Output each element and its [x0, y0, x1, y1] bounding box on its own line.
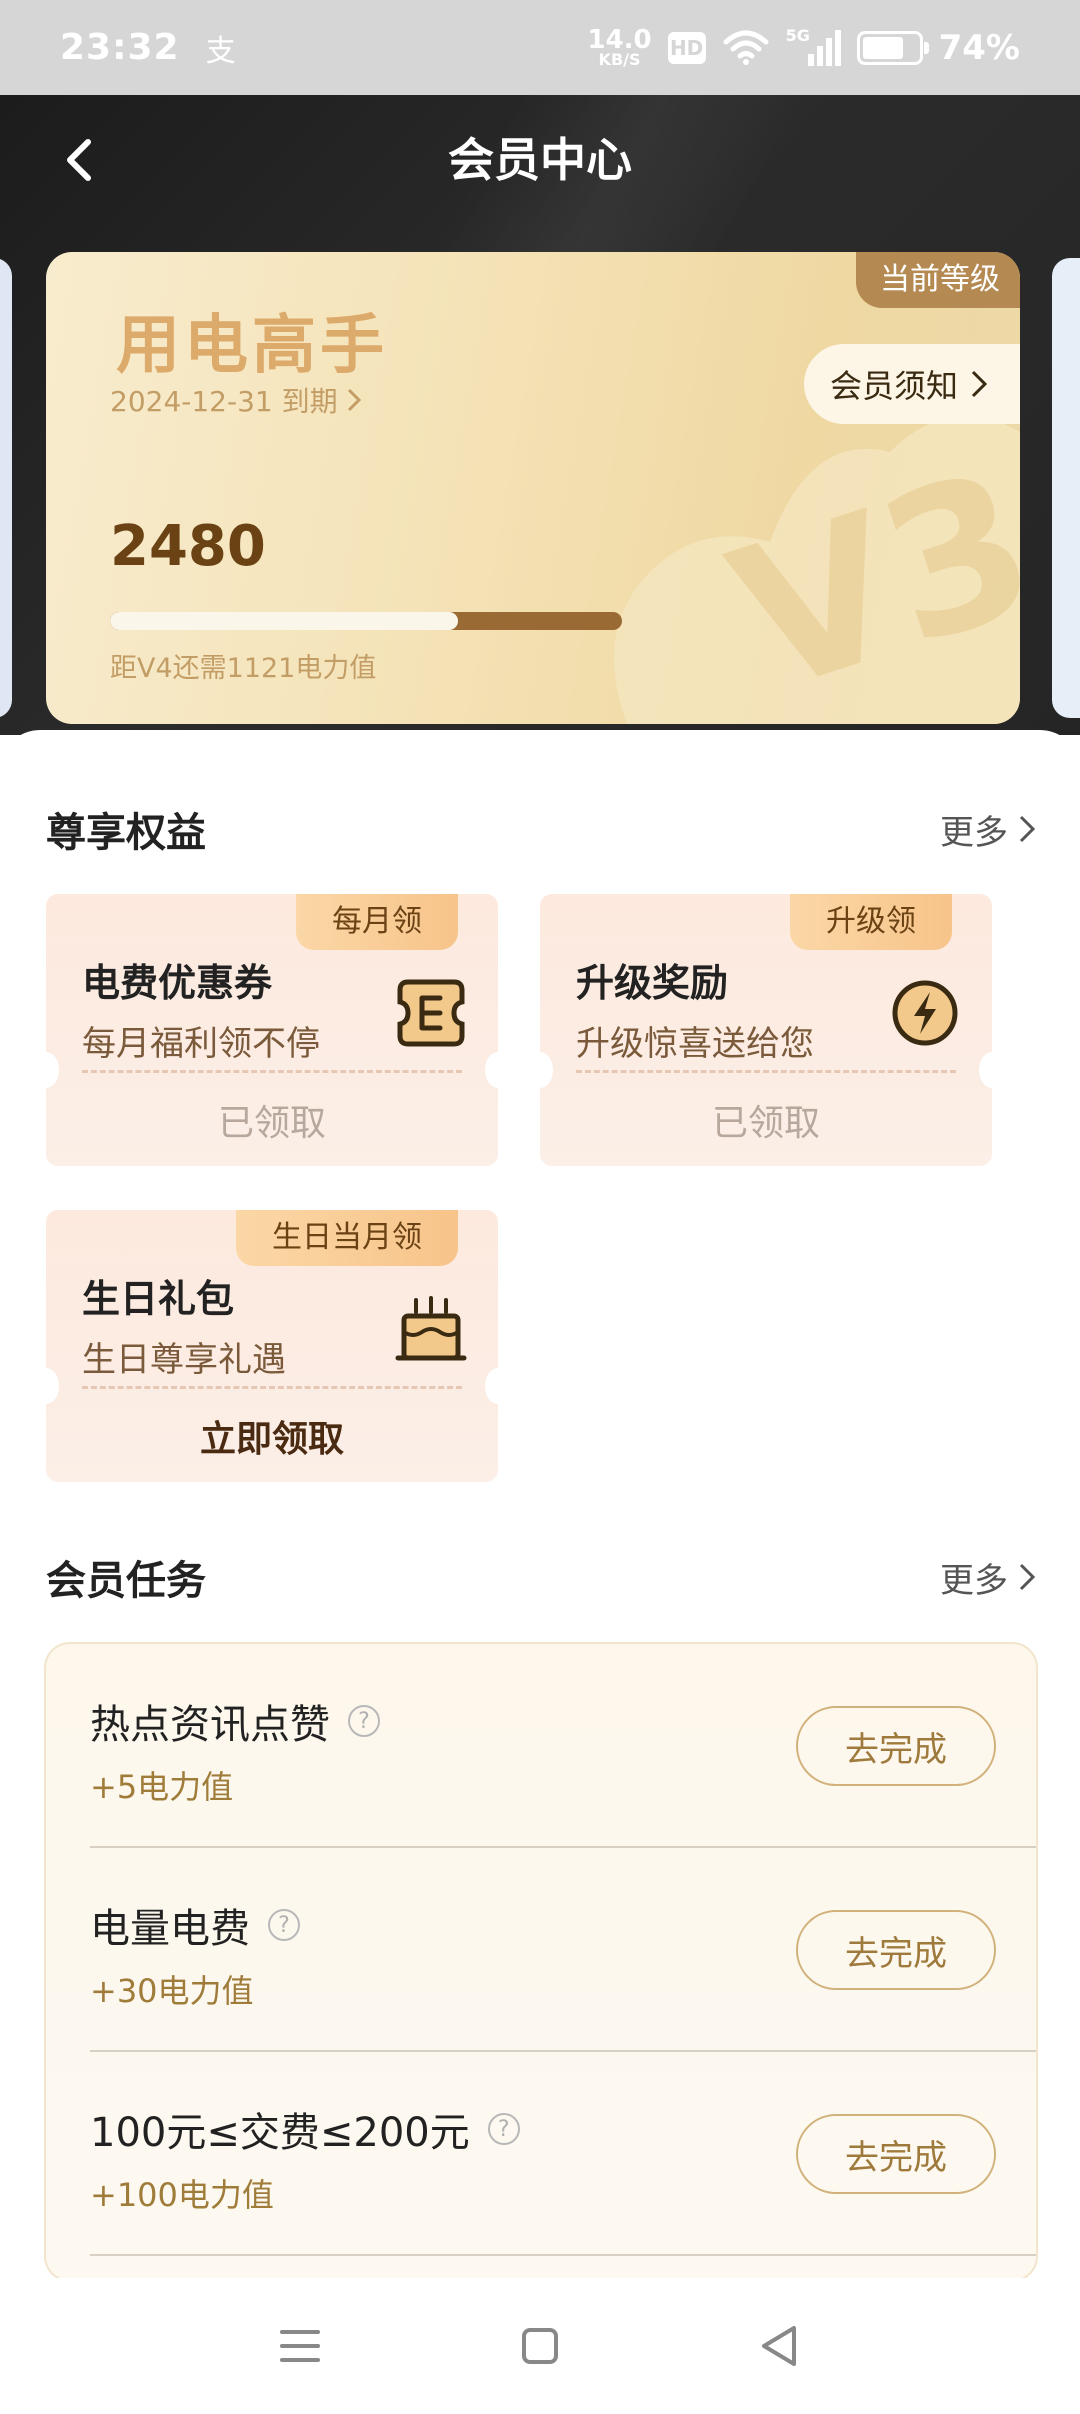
task-name-text: 100元≤交费≤200元: [90, 2110, 470, 2156]
hd-icon: HD: [667, 31, 706, 64]
benefit-title: 生日礼包: [82, 1277, 235, 1321]
claim-now-button[interactable]: 立即领取: [46, 1410, 498, 1462]
network-speed-value: 14.0: [587, 24, 652, 55]
level-card[interactable]: V3 用电高手 2024-12-31 到期 当前等级 会员须知 2480 距V4…: [46, 252, 1020, 724]
member-notice-button[interactable]: 会员须知: [804, 344, 1020, 424]
task-row: 100元≤交费≤200元 ? +100电力值 去完成: [46, 2052, 1036, 2256]
benefit-card-birthday[interactable]: 生日当月领 生日礼包 生日尊享礼遇 立即领取: [33, 1210, 511, 1482]
help-icon[interactable]: ?: [268, 1909, 300, 1941]
benefit-desc: 每月福利领不停: [82, 1024, 320, 1064]
status-time: 23:32: [60, 27, 180, 68]
back-nav-button[interactable]: [750, 2316, 810, 2376]
benefit-desc: 升级惊喜送给您: [576, 1024, 814, 1064]
level-progress-bar: [110, 612, 622, 630]
task-row: 热点资讯点赞 ? +5电力值 去完成: [46, 1644, 1036, 1848]
benefit-card-upgrade[interactable]: 升级领 升级奖励 升级惊喜送给您 已领取: [527, 894, 1005, 1166]
status-indicators: 14.0 KB/S HD 5G 74%: [587, 24, 1020, 69]
task-go-button[interactable]: 去完成: [796, 1910, 996, 1990]
task-name: 电量电费 ?: [90, 1896, 300, 1954]
menu-icon: [280, 2330, 320, 2362]
network-type-label: 5G: [785, 25, 810, 45]
benefit-claimed-status: 已领取: [217, 1103, 326, 1144]
signal-5g-icon: 5G: [786, 26, 841, 66]
expire-text: 2024-12-31 到期: [110, 385, 338, 418]
level-name: 用电高手: [116, 309, 388, 383]
battery-percent: 74%: [938, 27, 1020, 68]
task-name-text: 热点资讯点赞: [90, 1702, 330, 1748]
wifi-icon: [723, 30, 769, 65]
benefits-title: 尊享权益: [46, 810, 206, 856]
benefits-header: 尊享权益 更多: [46, 800, 1036, 858]
benefit-tag: 升级领: [790, 894, 952, 950]
current-level-badge: 当前等级: [856, 252, 1020, 308]
network-speed-unit: KB/S: [598, 49, 641, 69]
benefit-claimed-status: 已领取: [711, 1103, 820, 1144]
benefits-more-link[interactable]: 更多: [940, 805, 1036, 854]
expire-link[interactable]: 2024-12-31 到期: [110, 380, 362, 420]
benefit-tag: 每月领: [296, 894, 458, 950]
chevron-right-icon: [971, 370, 988, 398]
task-reward: +100电力值: [90, 2176, 274, 2214]
v3-watermark-icon: V3: [614, 416, 1020, 724]
task-go-button[interactable]: 去完成: [796, 2114, 996, 2194]
level-progress-fill: [110, 612, 459, 630]
tasks-title: 会员任务: [46, 1558, 206, 1604]
task-row: 电量电费 ? +30电力值 去完成: [46, 1848, 1036, 2052]
tasks-list: 热点资讯点赞 ? +5电力值 去完成 电量电费 ? +30电力值 去完成 100…: [44, 1642, 1038, 2282]
task-divider: [90, 2254, 1036, 2256]
task-name: 热点资讯点赞 ?: [90, 1692, 380, 1750]
page-title: 会员中心: [448, 133, 632, 187]
battery-fill: [862, 36, 903, 59]
more-label: 更多: [940, 1560, 1008, 1601]
chevron-right-icon: [1019, 815, 1036, 843]
benefit-divider: [82, 1070, 462, 1073]
member-notice-label: 会员须知: [830, 367, 959, 405]
help-icon[interactable]: ?: [348, 1705, 380, 1737]
task-reward: +5电力值: [90, 1768, 234, 1806]
task-go-button[interactable]: 去完成: [796, 1706, 996, 1786]
benefit-divider: [576, 1070, 956, 1073]
benefit-desc: 生日尊享礼遇: [82, 1340, 286, 1380]
benefit-tag: 生日当月领: [236, 1210, 458, 1266]
home-button[interactable]: [510, 2316, 570, 2376]
benefit-card-coupon[interactable]: 每月领 电费优惠券 每月福利领不停 已领取: [33, 894, 511, 1166]
chevron-right-icon: [1019, 1563, 1036, 1591]
more-label: 更多: [940, 812, 1008, 853]
status-bar: 23:32 支 14.0 KB/S HD 5G 74%: [0, 0, 1080, 95]
lightning-icon: [892, 980, 958, 1046]
system-nav-bar: [0, 2278, 1080, 2414]
chevron-right-icon: [347, 388, 361, 412]
cake-icon: [395, 1296, 467, 1361]
tasks-header: 会员任务 更多: [46, 1548, 1036, 1606]
benefit-title: 升级奖励: [576, 961, 729, 1005]
alipay-notification-icon: 支: [205, 33, 236, 69]
hero-bottom-curve: [0, 730, 1080, 770]
triangle-back-icon: [762, 2326, 796, 2366]
battery-icon: [856, 30, 929, 65]
network-speed: 14.0 KB/S: [587, 24, 652, 69]
task-reward: +30电力值: [90, 1972, 254, 2010]
progress-hint: 距V4还需1121电力值: [110, 653, 377, 684]
menu-button[interactable]: [270, 2316, 330, 2376]
points-value: 2480: [110, 514, 266, 579]
task-name-text: 电量电费: [90, 1906, 250, 1952]
help-icon[interactable]: ?: [487, 2113, 520, 2145]
coupon-icon: [397, 979, 465, 1047]
task-name: 100元≤交费≤200元 ?: [90, 2100, 520, 2158]
square-home-icon: [522, 2328, 558, 2364]
benefit-title: 电费优惠券: [82, 961, 273, 1005]
benefit-divider: [82, 1386, 462, 1389]
tasks-more-link[interactable]: 更多: [940, 1553, 1036, 1602]
prev-level-card-peek[interactable]: [0, 258, 12, 718]
next-level-card-peek[interactable]: [1052, 258, 1080, 718]
